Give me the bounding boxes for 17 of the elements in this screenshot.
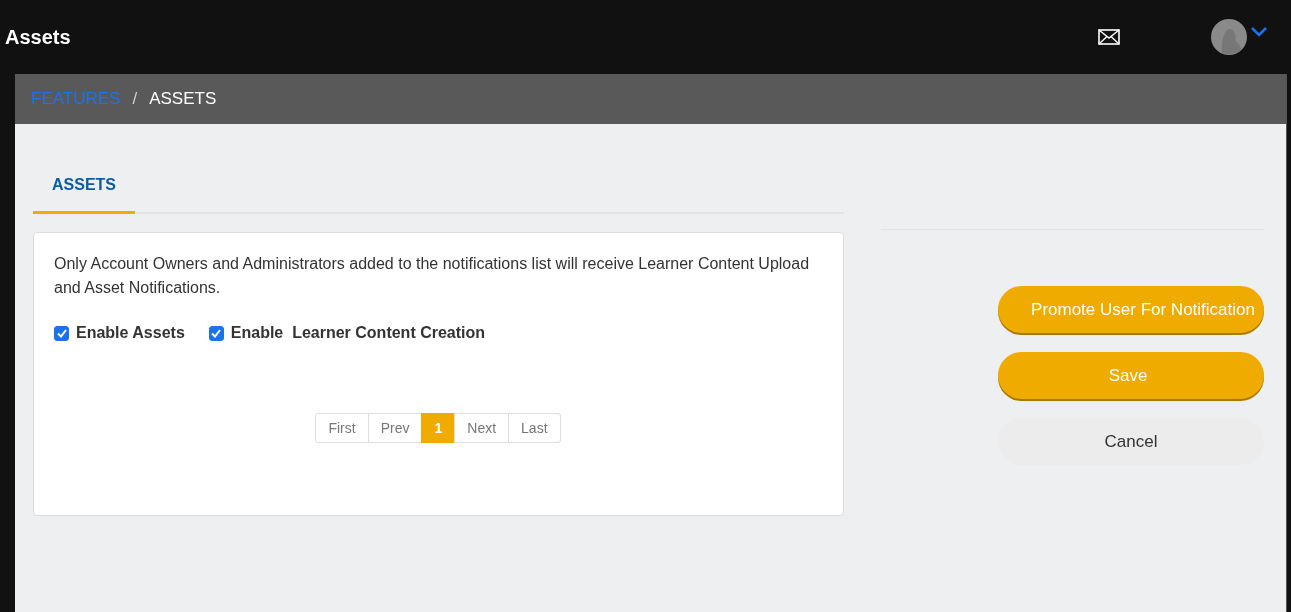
- avatar-icon[interactable]: [1211, 19, 1247, 55]
- tab[interactable]: ASSETS: [33, 160, 135, 214]
- pagination-button[interactable]: Next: [454, 413, 510, 443]
- mail-icon[interactable]: [1098, 29, 1120, 45]
- pagination-button[interactable]: Prev: [367, 413, 423, 443]
- chevron-down-icon[interactable]: [1251, 27, 1267, 37]
- pagination-button[interactable]: Last: [508, 413, 561, 443]
- checkbox-label: Enable Learner Content Creation: [230, 324, 486, 342]
- notice-text: Only Account Owners and Administrators added to the notifications list will receive Learner Content Upload and Asset Notifications.: [54, 254, 811, 298]
- checkbox-label: Enable Assets: [76, 324, 185, 342]
- pagination-button[interactable]: First: [315, 413, 369, 443]
- checkbox[interactable]: [54, 325, 69, 341]
- breadcrumb-current: ASSETS: [149, 89, 217, 109]
- app-title: Assets: [5, 25, 72, 49]
- cancel-button[interactable]: Cancel: [998, 418, 1264, 465]
- breadcrumb-separator: /: [132, 89, 138, 109]
- checkbox[interactable]: [208, 325, 224, 341]
